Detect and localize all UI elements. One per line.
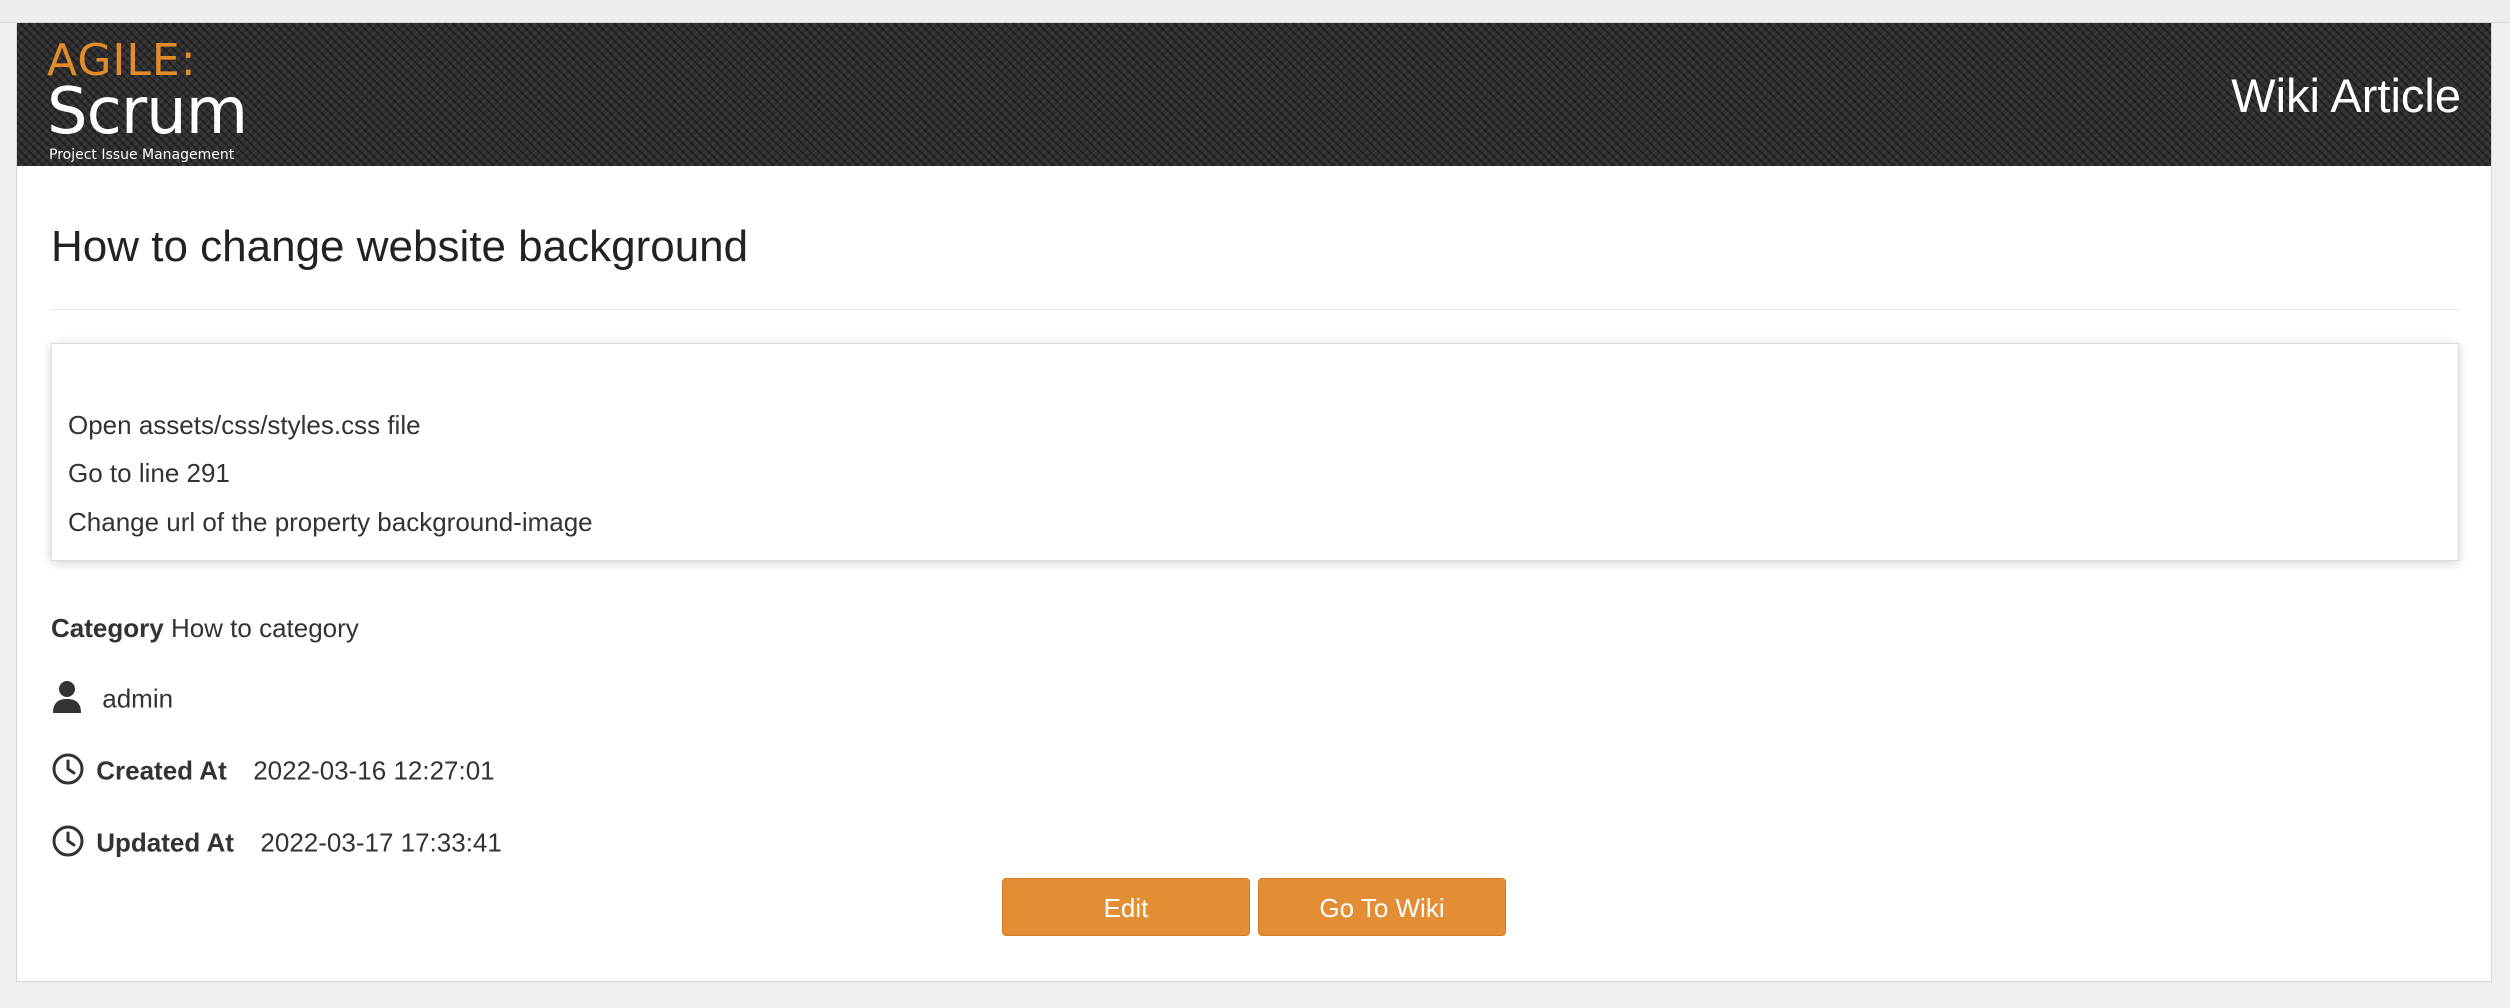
content-line: Go to line 291	[68, 458, 230, 488]
updated-label: Updated At	[96, 827, 234, 858]
go-to-wiki-button[interactable]: Go To Wiki	[1258, 878, 1506, 936]
clock-icon	[51, 824, 85, 865]
author-name: admin	[102, 683, 174, 714]
created-value: 2022-03-16 12:27:01	[253, 755, 495, 786]
updated-value: 2022-03-17 17:33:41	[260, 827, 502, 858]
category-value: How to category	[170, 613, 359, 643]
logo-tagline: Project Issue Management	[49, 147, 235, 163]
content-line: Open assets/css/styles.css file	[68, 410, 421, 440]
edit-button[interactable]: Edit	[1002, 878, 1250, 936]
title-divider	[51, 309, 2459, 310]
category-row: Category How to category	[51, 612, 359, 644]
browser-top-strip	[0, 0, 2510, 23]
page-header: AGILE: Scrum Project Issue Management Wi…	[17, 23, 2491, 166]
updated-row: Updated At 2022-03-17 17:33:41	[51, 824, 502, 865]
created-row: Created At 2022-03-16 12:27:01	[51, 752, 495, 793]
article-content: Open assets/css/styles.css file Go to li…	[51, 343, 2459, 561]
header-title: Wiki Article	[2231, 69, 2461, 122]
category-label: Category	[51, 613, 164, 643]
logo-scrum-text: Scrum	[47, 75, 248, 149]
user-icon	[51, 680, 83, 721]
clock-icon	[51, 752, 85, 793]
article-title: How to change website background	[51, 222, 749, 271]
agile-scrum-logo[interactable]: AGILE: Scrum Project Issue Management	[47, 37, 248, 164]
article-card: AGILE: Scrum Project Issue Management Wi…	[16, 22, 2492, 982]
created-label: Created At	[96, 755, 227, 786]
author-row: admin	[51, 680, 173, 721]
content-line: Change url of the property background-im…	[68, 507, 593, 537]
